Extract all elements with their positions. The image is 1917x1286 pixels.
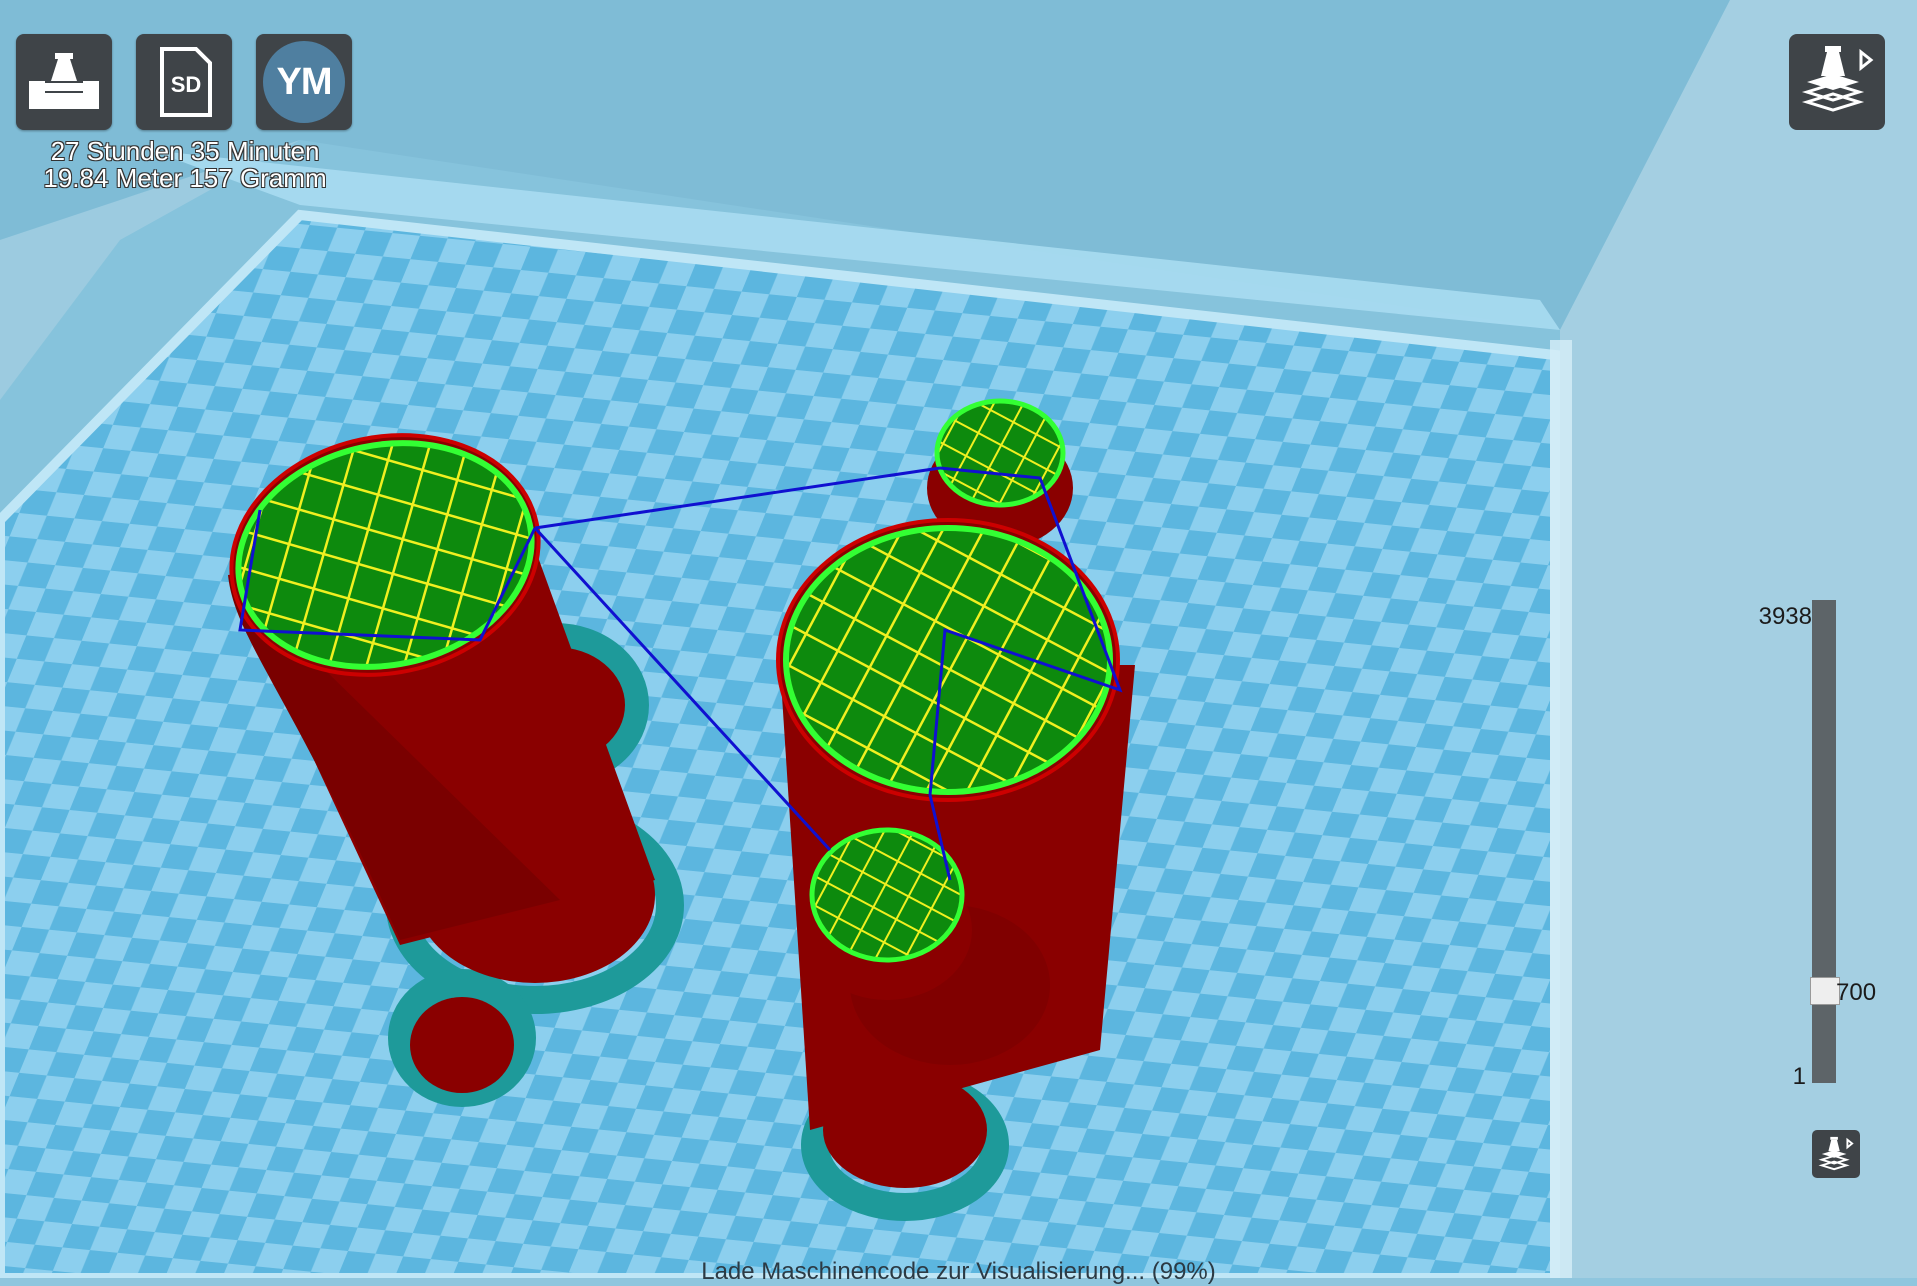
layer-min-label: 1 — [1792, 1063, 1806, 1090]
print-button[interactable] — [16, 34, 112, 130]
layer-view-toggle-button[interactable] — [1812, 1130, 1860, 1178]
view-mode-button[interactable] — [1789, 34, 1885, 130]
print-stats: 27 Stunden 35 Minuten 19.84 Meter 157 Gr… — [30, 138, 340, 192]
layer-max-label: 3938 — [1758, 603, 1812, 630]
layer-view-icon — [1801, 46, 1874, 112]
layer-slider[interactable] — [1812, 600, 1836, 1083]
save-to-sd-button[interactable]: SD — [136, 34, 232, 130]
printer-icon — [29, 53, 99, 109]
profile-avatar: YM — [263, 41, 345, 123]
layer-view-icon — [1818, 1136, 1854, 1171]
model-right-small-bottom — [802, 827, 972, 1000]
sd-label: SD — [171, 72, 202, 97]
sd-card-icon: SD — [160, 47, 212, 117]
loading-status: Lade Maschinencode zur Visualisierung...… — [701, 1258, 1216, 1285]
layer-current-label: 700 — [1836, 979, 1877, 1006]
print-material: 19.84 Meter 157 Gramm — [43, 163, 327, 193]
print-duration: 27 Stunden 35 Minuten — [50, 136, 320, 166]
profile-button[interactable]: YM — [256, 34, 352, 130]
